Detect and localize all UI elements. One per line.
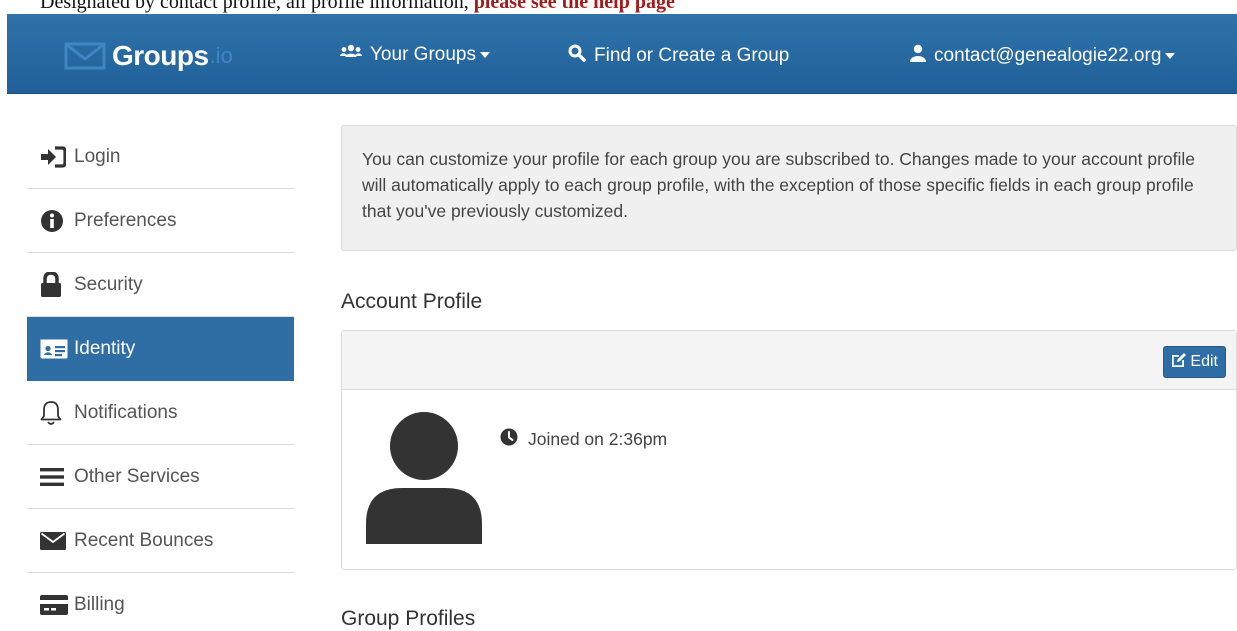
bell-icon [40,399,72,427]
users-icon [340,44,370,66]
sidebar-item-preferences[interactable]: Preferences [27,189,294,253]
account-profile-title: Account Profile [341,290,483,313]
avatar [366,412,482,549]
sidebar-item-label: Security [74,273,143,295]
panel-header: Edit [342,331,1236,390]
brand-name: Groups [112,40,209,71]
envelope-icon [40,527,72,555]
user-icon [910,44,934,68]
settings-sidebar: Login Preferences Security Identity Noti… [27,125,294,631]
sidebar-item-login[interactable]: Login [27,125,294,189]
joined-info: Joined on 2:36pm [500,428,667,451]
brand-tld: .io [209,43,233,68]
group-profiles-title: Group Profiles [341,607,476,630]
sidebar-item-label: Identity [74,337,136,359]
sidebar-item-label: Login [74,145,121,167]
edit-icon [1171,352,1190,373]
brand-logo[interactable]: Groups .io [64,40,233,72]
main-content: You can customize your profile for each … [341,125,1237,630]
top-navbar: Groups .io Your Groups Find or Create a … [7,14,1237,94]
cropped-top-text: Designated by contact profile, all profi… [0,0,1237,14]
sidebar-item-label: Preferences [74,209,177,231]
sidebar-item-label: Billing [74,594,125,615]
credit-card-icon [40,591,72,619]
account-profile-panel: Edit Joined on 2:36pm [341,330,1237,570]
sidebar-item-identity[interactable]: Identity [27,317,294,381]
sidebar-item-other-services[interactable]: Other Services [27,445,294,509]
sidebar-item-notifications[interactable]: Notifications [27,381,294,445]
your-groups-label: Your Groups [370,44,476,65]
account-email: contact@genealogie22.org [934,45,1162,66]
chevron-down-icon [479,52,490,58]
envelope-logo-icon [64,42,106,70]
edit-label: Edit [1190,353,1218,370]
bars-icon [40,463,72,491]
search-icon [568,44,594,68]
find-create-group-label: Find or Create a Group [594,45,790,66]
find-create-group-link[interactable]: Find or Create a Group [568,44,789,68]
sidebar-item-label: Recent Bounces [74,529,214,551]
account-menu[interactable]: contact@genealogie22.org [910,44,1176,68]
sidebar-item-billing[interactable]: Billing [27,573,294,631]
sidebar-item-label: Other Services [74,465,200,487]
info-alert: You can customize your profile for each … [341,125,1237,251]
lock-icon [40,271,72,299]
sidebar-item-recent-bounces[interactable]: Recent Bounces [27,509,294,573]
info-circle-icon [40,207,72,235]
clock-icon [500,428,528,451]
sidebar-item-label: Notifications [74,401,178,423]
edit-button[interactable]: Edit [1163,346,1226,378]
joined-text: Joined on 2:36pm [528,429,668,449]
your-groups-menu[interactable]: Your Groups [340,44,490,66]
panel-body: Joined on 2:36pm [342,390,1236,570]
chevron-down-icon [1165,53,1176,59]
top-strip-text: Designated by contact profile, all profi… [40,0,469,13]
sign-in-icon [40,143,72,171]
sidebar-item-security[interactable]: Security [27,253,294,317]
id-card-icon [40,335,72,363]
top-strip-highlight: please see the help page [473,0,675,13]
